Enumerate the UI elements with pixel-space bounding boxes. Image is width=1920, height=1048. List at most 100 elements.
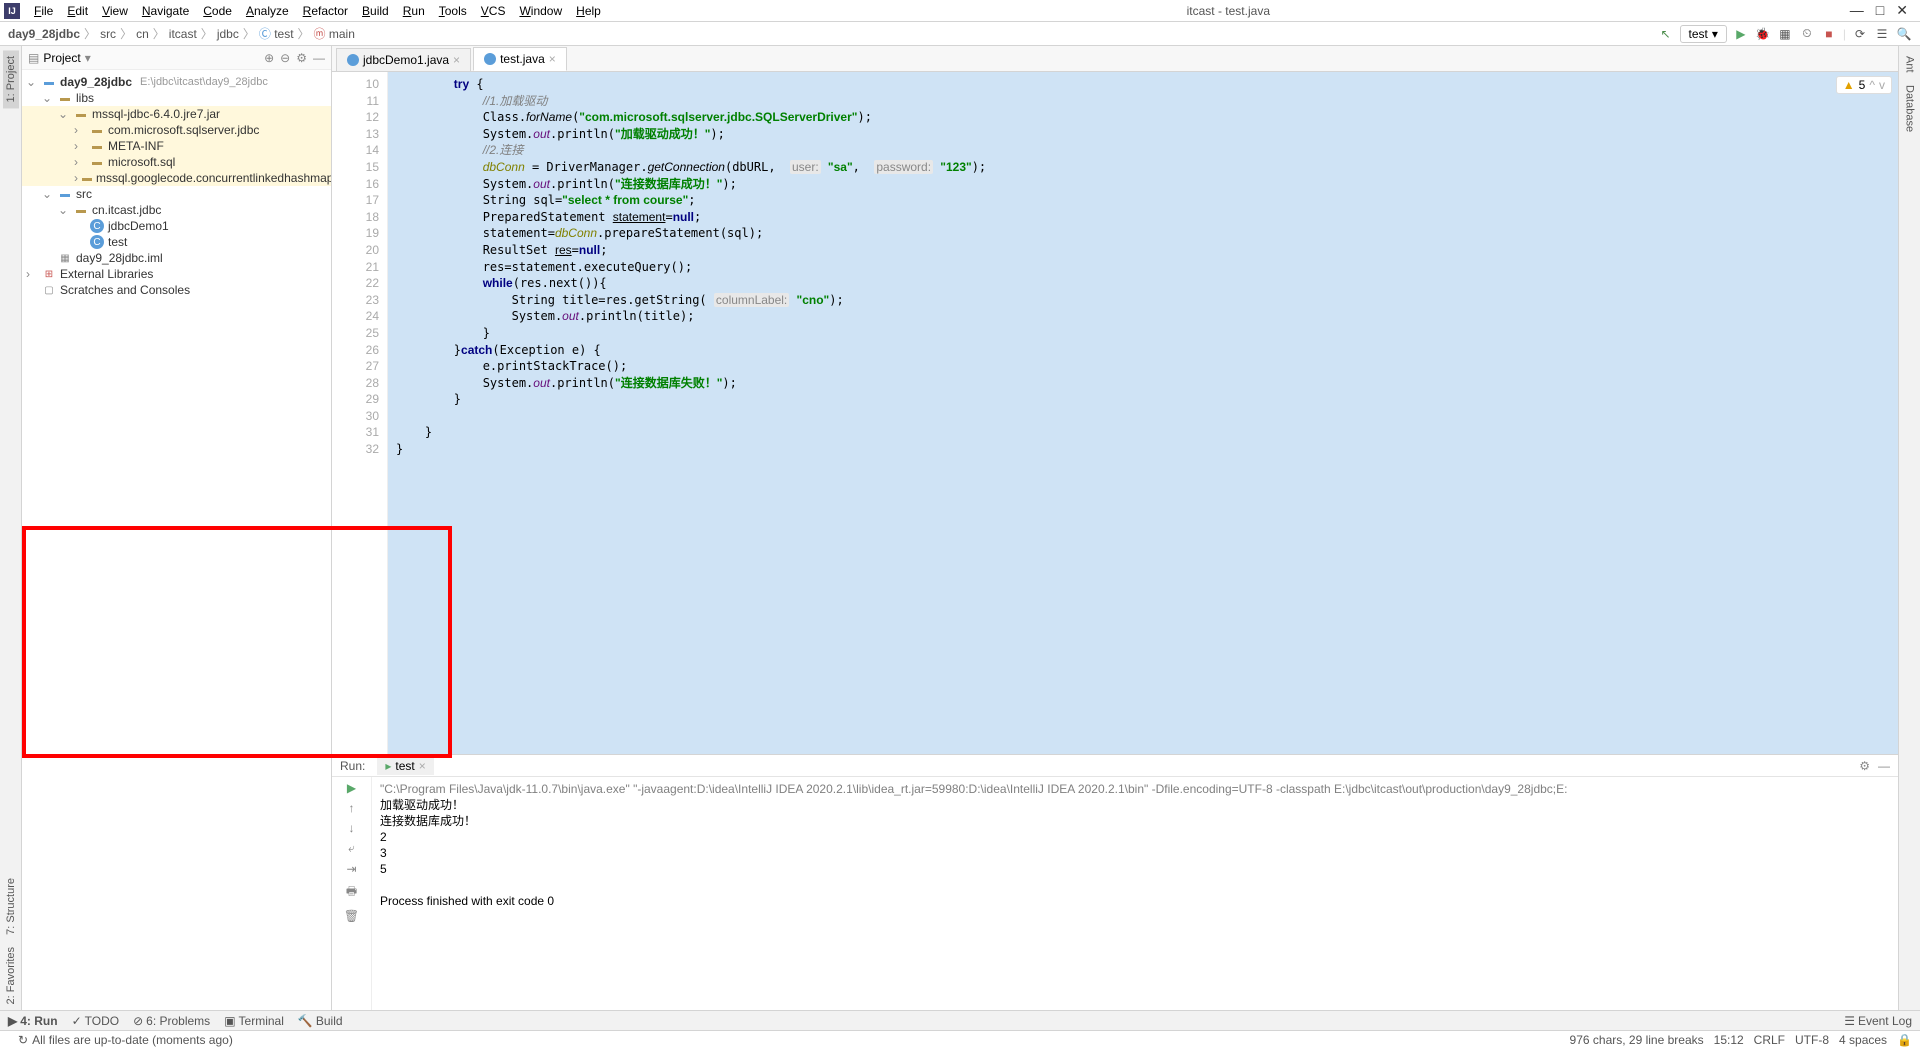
update-icon[interactable]: ⟳ <box>1852 26 1868 42</box>
close-icon[interactable]: × <box>419 759 426 773</box>
database-tool-tab[interactable]: Database <box>1902 79 1918 138</box>
breadcrumb-item[interactable]: src <box>100 27 116 41</box>
menu-refactor[interactable]: Refactor <box>297 2 354 20</box>
code-content[interactable]: try { //1.加载驱动 Class.forName("com.micros… <box>388 72 1898 754</box>
tree-node[interactable]: ⌄▬mssql-jdbc-6.4.0.jre7.jar <box>22 106 331 122</box>
up-icon[interactable]: ↑ <box>349 801 355 815</box>
run-panel-header: Run: ▸ test × ⚙ ― <box>332 755 1898 777</box>
tree-node[interactable]: ›▬META-INF <box>22 138 331 154</box>
tool-window-button[interactable]: 🔨Build <box>298 1014 343 1028</box>
menu-help[interactable]: Help <box>570 2 607 20</box>
menu-vcs[interactable]: VCS <box>475 2 512 20</box>
tree-node[interactable]: Ctest <box>22 234 331 250</box>
menu-window[interactable]: Window <box>513 2 568 20</box>
console-output[interactable]: "C:\Program Files\Java\jdk-11.0.7\bin\ja… <box>372 777 1898 1010</box>
tree-node[interactable]: ⌄▬cn.itcast.jdbc <box>22 202 331 218</box>
status-encoding[interactable]: UTF-8 <box>1795 1033 1829 1047</box>
status-linesep[interactable]: CRLF <box>1754 1033 1785 1047</box>
scroll-end-icon[interactable]: ⇥ <box>346 862 356 876</box>
structure-icon[interactable]: ☰ <box>1874 26 1890 42</box>
inspection-badge[interactable]: ▲ 5 ^ v <box>1836 76 1892 94</box>
menu-analyze[interactable]: Analyze <box>240 2 295 20</box>
tree-node[interactable]: ⌄▬libs <box>22 90 331 106</box>
app-icon: IJ <box>4 3 20 19</box>
back-arrow-icon[interactable]: ↖ <box>1658 26 1674 42</box>
menu-edit[interactable]: Edit <box>61 2 94 20</box>
down-icon[interactable]: ↓ <box>349 821 355 835</box>
tree-node[interactable]: CjdbcDemo1 <box>22 218 331 234</box>
menu-tools[interactable]: Tools <box>433 2 473 20</box>
menu-build[interactable]: Build <box>356 2 395 20</box>
run-settings-icon[interactable]: ⚙ <box>1859 759 1870 773</box>
breadcrumb-item[interactable]: Ⓒ test <box>259 25 294 42</box>
menu-navigate[interactable]: Navigate <box>136 2 195 20</box>
select-opened-icon[interactable]: ⊖ <box>280 51 290 65</box>
ant-tool-tab[interactable]: Ant <box>1902 50 1918 79</box>
tree-node[interactable]: ▦day9_28jdbc.iml <box>22 250 331 266</box>
breadcrumb-item[interactable]: day9_28jdbc <box>8 27 80 41</box>
coverage-icon[interactable]: ▦ <box>1777 26 1793 42</box>
tool-window-button[interactable]: ▶4: Run <box>8 1014 58 1028</box>
hide-icon[interactable]: ― <box>313 51 325 65</box>
run-tab[interactable]: ▸ test × <box>377 757 433 775</box>
close-icon[interactable]: × <box>453 53 460 67</box>
debug-icon[interactable]: 🐞 <box>1755 26 1771 42</box>
run-icon[interactable]: ▶ <box>1733 26 1749 42</box>
search-icon[interactable]: 🔍 <box>1896 26 1912 42</box>
minimize-icon[interactable]: ― <box>1850 2 1864 19</box>
toolbar-right: ↖ test ▾ ▶ 🐞 ▦ ⏲ ■ | ⟳ ☰ 🔍 <box>1658 25 1913 43</box>
tree-node[interactable]: ⌄▬src <box>22 186 331 202</box>
sync-icon[interactable]: ↻ <box>18 1033 28 1047</box>
structure-tool-tab[interactable]: 7: Structure <box>3 872 19 941</box>
project-tool-tab[interactable]: 1: Project <box>3 50 19 108</box>
editor-tab[interactable]: test.java× <box>473 47 567 71</box>
run-body: ▶ ↑ ↓ ⤶ ⇥ 🖶 🗑 "C:\Program Files\Java\jdk… <box>332 777 1898 1010</box>
tree-node[interactable]: ›▬mssql.googlecode.concurrentlinkedhashm… <box>22 170 331 186</box>
tool-window-button[interactable]: ✓TODO <box>72 1014 120 1028</box>
editor-split: 1011121314151617181920212223242526272829… <box>332 72 1898 1010</box>
maximize-icon[interactable]: □ <box>1876 2 1884 19</box>
menu-code[interactable]: Code <box>197 2 238 20</box>
code-editor[interactable]: 1011121314151617181920212223242526272829… <box>332 72 1898 754</box>
breadcrumb-item[interactable]: jdbc <box>217 27 239 41</box>
breadcrumb-item[interactable]: cn <box>136 27 149 41</box>
favorites-tool-tab[interactable]: 2: Favorites <box>3 941 19 1010</box>
stop-icon[interactable]: ■ <box>1821 26 1837 42</box>
tree-node[interactable]: ▢Scratches and Consoles <box>22 282 331 298</box>
collapse-icon[interactable]: ⊕ <box>264 51 274 65</box>
wrap-icon[interactable]: ⤶ <box>348 841 355 856</box>
trash-icon[interactable]: 🗑 <box>344 909 359 923</box>
run-hide-icon[interactable]: ― <box>1878 759 1890 773</box>
breadcrumb-item[interactable]: ⓜ main <box>314 25 355 42</box>
title-bar: IJ FileEditViewNavigateCodeAnalyzeRefact… <box>0 0 1920 22</box>
tree-node[interactable]: ›▬microsoft.sql <box>22 154 331 170</box>
status-caret[interactable]: 15:12 <box>1714 1033 1744 1047</box>
breadcrumb-item[interactable]: itcast <box>169 27 197 41</box>
editor-tab[interactable]: jdbcDemo1.java× <box>336 48 471 71</box>
project-panel-header: ▤ Project ▾ ⊕ ⊖ ⚙ ― <box>22 46 331 70</box>
tree-node[interactable]: ⌄▬day9_28jdbcE:\jdbc\itcast\day9_28jdbc <box>22 74 331 90</box>
project-tree[interactable]: ⌄▬day9_28jdbcE:\jdbc\itcast\day9_28jdbc⌄… <box>22 70 331 1010</box>
menu-view[interactable]: View <box>96 2 134 20</box>
profile-icon[interactable]: ⏲ <box>1799 26 1815 42</box>
tree-node[interactable]: ›⊞External Libraries <box>22 266 331 282</box>
chevron-up-icon: ^ <box>1869 78 1875 92</box>
menu-run[interactable]: Run <box>397 2 431 20</box>
tool-window-button[interactable]: ▣Terminal <box>224 1014 284 1028</box>
tree-node[interactable]: ›▬com.microsoft.sqlserver.jdbc <box>22 122 331 138</box>
event-log-button[interactable]: ☰ Event Log <box>1844 1014 1912 1028</box>
navigation-bar: day9_28jdbc〉src〉cn〉itcast〉jdbc〉Ⓒ test〉ⓜ … <box>0 22 1920 46</box>
close-icon[interactable]: ✕ <box>1896 2 1908 19</box>
print-icon[interactable]: 🖶 <box>346 882 357 903</box>
lock-icon[interactable]: 🔒 <box>1897 1033 1912 1047</box>
run-config-selector[interactable]: test ▾ <box>1680 25 1727 43</box>
window-title: itcast - test.java <box>607 4 1850 18</box>
menu-file[interactable]: File <box>28 2 59 20</box>
settings-icon[interactable]: ⚙ <box>296 51 307 65</box>
close-icon[interactable]: × <box>549 52 556 66</box>
file-icon <box>484 53 496 65</box>
status-indent[interactable]: 4 spaces <box>1839 1033 1887 1047</box>
rerun-icon[interactable]: ▶ <box>347 781 356 795</box>
tool-window-button[interactable]: ⊘6: Problems <box>133 1014 210 1028</box>
right-tool-strip: Ant Database <box>1898 46 1920 1010</box>
